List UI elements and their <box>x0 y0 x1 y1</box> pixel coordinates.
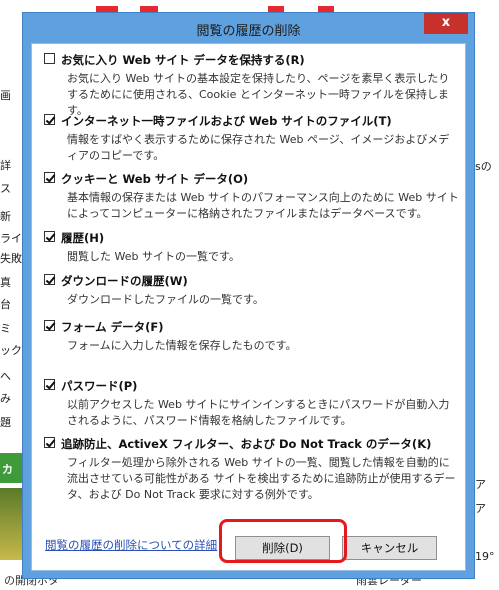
option-label: フォーム データ(F) <box>61 320 164 334</box>
browser-right-column: sの ア ア 19° <box>475 30 499 590</box>
delete-browsing-history-dialog: 閲覧の履歴の削除 x お気に入り Web サイト データを保持する(R) お気に… <box>22 12 475 579</box>
option-label: 追跡防止、ActiveX フィルター、および Do Not Track のデータ… <box>61 437 432 451</box>
option-label: 履歴(H) <box>61 231 105 245</box>
bg-text: カ <box>2 463 13 476</box>
learn-more-link[interactable]: 閲覧の履歴の削除についての詳細 <box>45 537 217 553</box>
option-description: フィルター処理から除外される Web サイトの一覧、閲覧した情報を自動的に流出さ… <box>67 456 456 501</box>
checkbox-passwords[interactable] <box>44 379 55 390</box>
checkbox-preserve-favorites[interactable] <box>44 53 55 64</box>
delete-button[interactable]: 削除(D) <box>235 536 330 560</box>
bg-text: ア <box>475 478 486 491</box>
checkbox-tracking-protection[interactable] <box>44 437 55 448</box>
option-label: インターネット一時ファイルおよび Web サイトのファイル(T) <box>61 114 392 128</box>
bg-text: み <box>0 392 11 405</box>
bg-text: 台 <box>0 298 11 311</box>
bg-text: ミ <box>0 322 11 335</box>
checkbox-cookies[interactable] <box>44 172 55 183</box>
bg-text: 詳 <box>0 159 11 172</box>
bg-text: 題 <box>0 416 11 429</box>
checkbox-history[interactable] <box>44 231 55 242</box>
bg-text: ック <box>0 344 22 357</box>
option-description: お気に入り Web サイトの基本設定を保持したり、ページを素早く表示したりするた… <box>67 72 450 117</box>
option-description: 閲覧した Web サイトの一覧です。 <box>67 250 240 263</box>
option-description: 基本情報の保存または Web サイトのパフォーマンス向上のために Web サイト… <box>67 191 459 220</box>
checkbox-download-history[interactable] <box>44 274 55 285</box>
bg-text: 真 <box>0 276 11 289</box>
bg-thumbnail <box>0 488 22 560</box>
bg-text: 失敗 <box>0 252 22 265</box>
bg-text: ライ <box>0 232 22 245</box>
option-description: フォームに入力した情報を保存したものです。 <box>67 339 297 352</box>
close-button[interactable]: x <box>424 13 468 34</box>
checkbox-form-data[interactable] <box>44 320 55 331</box>
bg-text: へ <box>0 370 11 383</box>
close-icon: x <box>441 15 451 30</box>
dialog-content: お気に入り Web サイト データを保持する(R) お気に入り Web サイトの… <box>31 43 466 571</box>
bg-text: 画 <box>0 89 11 102</box>
bg-text: ス <box>0 182 11 195</box>
bg-green-tile: カ <box>0 453 22 483</box>
option-description: 情報をすばやく表示するために保存された Web ページ、イメージおよびメディアの… <box>67 133 450 162</box>
option-label: クッキーと Web サイト データ(O) <box>61 172 249 186</box>
bg-text: 19° <box>475 550 495 563</box>
option-description: ダウンロードしたファイルの一覧です。 <box>67 293 264 306</box>
bg-text: sの <box>475 160 492 173</box>
checkbox-temp-files[interactable] <box>44 114 55 125</box>
option-label: お気に入り Web サイト データを保持する(R) <box>61 53 305 67</box>
bg-text: 新 <box>0 210 11 223</box>
cancel-button[interactable]: キャンセル <box>342 536 437 560</box>
title-bar[interactable]: 閲覧の履歴の削除 x <box>23 13 474 43</box>
option-label: パスワード(P) <box>61 379 138 393</box>
option-description: 以前アクセスした Web サイトにサインインするときにパスワードが自動入力される… <box>67 398 450 427</box>
dialog-title: 閲覧の履歴の削除 <box>196 24 301 39</box>
bg-text: ア <box>475 502 486 515</box>
option-label: ダウンロードの履歴(W) <box>61 274 188 288</box>
